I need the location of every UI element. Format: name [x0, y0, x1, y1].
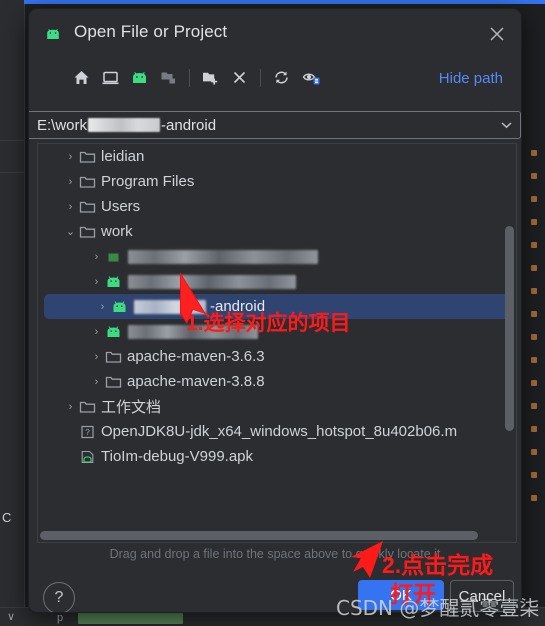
drag-drop-hint: Drag and drop a file into the space abov… [109, 547, 441, 561]
folder-icon [77, 225, 97, 239]
android-icon [103, 325, 123, 339]
chevron-right-icon[interactable]: › [64, 176, 77, 188]
path-redacted-segment [88, 118, 161, 132]
toolbar-separator [260, 68, 261, 87]
dialog-toolbar: Hide path [29, 57, 521, 99]
ide-left-gutter [0, 0, 25, 626]
ide-status-glyph: p [57, 612, 64, 624]
tree-row[interactable]: › apache-maven-3.8.8 [38, 369, 516, 394]
folder-icon [77, 150, 97, 164]
file-tree-panel[interactable]: › leidian › Program Files › Users ⌄ work › › › -and… [37, 143, 517, 543]
tree-row[interactable]: › 工作文档 [38, 394, 516, 419]
tree-row-redacted-label [128, 249, 318, 264]
path-prefix: E:\work [37, 116, 88, 134]
chevron-right-icon[interactable]: › [64, 201, 77, 213]
refresh-icon[interactable] [267, 63, 296, 92]
tree-row[interactable]: › [38, 319, 516, 344]
tree-row-label: 工作文档 [101, 399, 162, 416]
folder-icon [103, 375, 123, 389]
close-icon[interactable] [486, 23, 508, 45]
tree-row[interactable]: › apache-maven-3.6.3 [38, 344, 516, 369]
desktop-icon[interactable] [96, 63, 125, 92]
tree-horizontal-scrollbar[interactable] [38, 528, 516, 542]
open-file-or-project-dialog: Open File or Project Hide path E:\work -… [28, 8, 522, 613]
help-button[interactable]: ? [43, 582, 75, 612]
delete-icon[interactable] [225, 63, 254, 92]
tree-row-label: leidian [101, 148, 145, 165]
tree-vertical-scrollbar[interactable] [505, 146, 514, 524]
folder-icon [77, 175, 97, 189]
path-row: E:\work -android [29, 111, 521, 141]
tree-row-label: work [101, 223, 133, 240]
chevron-down-icon[interactable]: ⌄ [64, 225, 77, 238]
ide-code-lines [531, 150, 545, 540]
chevron-right-icon[interactable]: › [90, 251, 103, 263]
svg-text:?: ? [85, 427, 90, 437]
annotation-arrow-1 [180, 272, 206, 324]
dialog-titlebar: Open File or Project [29, 9, 521, 57]
tree-row[interactable]: › [38, 269, 516, 294]
tree-row-label: Users [101, 198, 141, 215]
tree-row-label: OpenJDK8U-jdk_x64_windows_hotspot_8u402b… [101, 423, 458, 440]
folder-icon [103, 350, 123, 364]
folder-tree-icon[interactable] [154, 63, 183, 92]
chevron-down-icon[interactable] [493, 111, 521, 139]
android-icon [109, 300, 129, 314]
folder-icon [77, 200, 97, 214]
tree-horizontal-scroll-thumb[interactable] [40, 531, 478, 540]
path-suffix: -android [161, 116, 217, 134]
new-folder-icon[interactable] [196, 63, 225, 92]
tree-row-label: apache-maven-3.8.8 [127, 373, 265, 390]
path-value: E:\work -android [29, 116, 217, 134]
chevron-right-icon[interactable]: › [90, 351, 103, 363]
ide-gutter-divider [0, 140, 24, 141]
ide-chevron-icon: ∨ [7, 611, 16, 623]
tree-row-label: Program Files [101, 173, 195, 190]
tree-row[interactable]: › leidian [38, 144, 516, 169]
tree-row-label: TioIm-debug-V999.apk [101, 448, 254, 465]
chevron-right-icon[interactable]: › [64, 401, 77, 413]
chevron-right-icon[interactable]: › [90, 376, 103, 388]
ide-background-text: C [2, 510, 12, 525]
dialog-title: Open File or Project [74, 22, 228, 41]
tree-vertical-scroll-thumb[interactable] [505, 226, 514, 431]
android-icon [45, 27, 61, 39]
show-hidden-icon[interactable] [296, 63, 325, 92]
android-icon [103, 275, 123, 289]
unknown-file-icon: ? [77, 425, 97, 439]
tree-row-selected[interactable]: › -android [44, 294, 512, 319]
module-icon [103, 250, 123, 264]
csdn-watermark: CSDN @梦醒贰零壹柒 [336, 596, 540, 620]
tree-row[interactable]: › Users [38, 194, 516, 219]
tree-row[interactable]: › [38, 244, 516, 269]
hide-path-link[interactable]: Hide path [439, 70, 503, 87]
path-input[interactable]: E:\work -android [29, 111, 495, 139]
android-project-icon[interactable] [125, 63, 154, 92]
home-icon[interactable] [67, 63, 96, 92]
tree-row[interactable]: › Program Files [38, 169, 516, 194]
toolbar-separator [189, 68, 190, 87]
tree-row-label: apache-maven-3.6.3 [127, 348, 265, 365]
tree-row[interactable]: ? OpenJDK8U-jdk_x64_windows_hotspot_8u402… [38, 419, 516, 444]
annotation-arrow-2 [351, 541, 383, 578]
file-tree-rows: › leidian › Program Files › Users ⌄ work › › › -and… [38, 144, 516, 526]
chevron-right-icon[interactable]: › [64, 151, 77, 163]
tree-row[interactable]: TioIm-debug-V999.apk [38, 444, 516, 469]
folder-icon [77, 400, 97, 414]
tree-row[interactable]: ⌄ work [38, 219, 516, 244]
apk-file-icon [77, 450, 97, 464]
chevron-right-icon[interactable]: › [96, 301, 109, 313]
chevron-right-icon[interactable]: › [90, 276, 103, 288]
chevron-right-icon[interactable]: › [90, 326, 103, 338]
ide-gutter-divider [0, 172, 24, 173]
ide-top-accent-bar [24, 0, 545, 4]
